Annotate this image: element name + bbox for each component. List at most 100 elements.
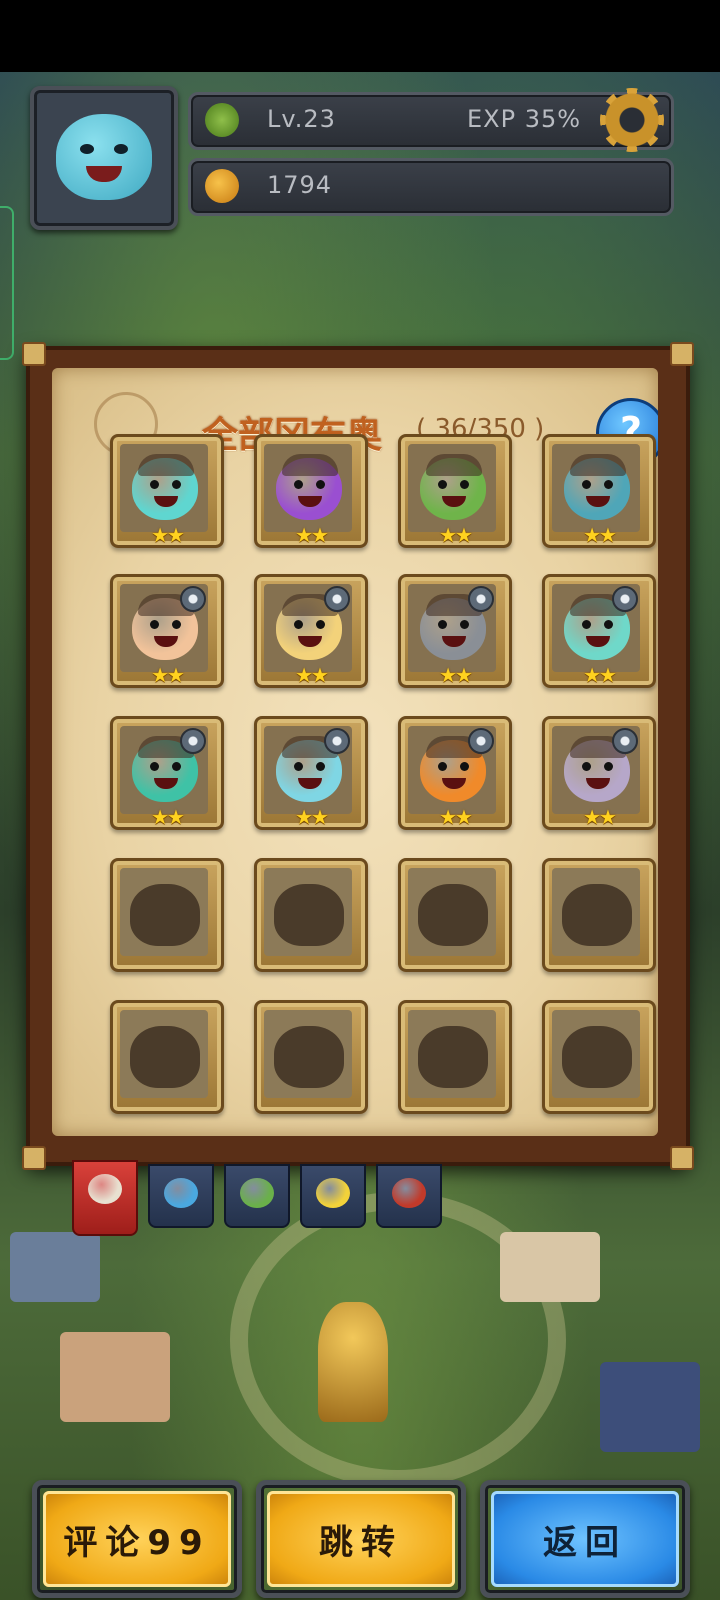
gumball-silhouette <box>274 884 344 946</box>
gumball-slot[interactable]: ★★ <box>542 434 656 548</box>
clover-icon <box>205 103 239 137</box>
slot-frame <box>120 868 208 956</box>
gumball-slot[interactable]: ★★ <box>110 434 224 548</box>
slot-frame <box>552 444 640 532</box>
class-badge-icon <box>468 728 494 754</box>
locked-gumball-slot[interactable] <box>398 858 512 972</box>
gumball-eye <box>438 620 447 629</box>
class-badge-icon <box>180 586 206 612</box>
jump-button-label: 跳转 <box>267 1491 455 1587</box>
gumball-eye <box>460 480 469 489</box>
gumball-eye <box>294 620 303 629</box>
back-button[interactable]: 返回 <box>480 1480 690 1598</box>
side-edge-indicator <box>0 206 14 360</box>
star-rating: ★★ <box>439 663 473 687</box>
codex-parchment: 全部冈布奥 ( 36/350 ) ? ★★★★★★★★★★★★★★★★★★★★★… <box>52 368 658 1136</box>
slot-frame <box>552 584 640 672</box>
class-badge-icon <box>468 586 494 612</box>
gumball-mouth <box>154 778 178 789</box>
gumball-portrait <box>132 454 198 520</box>
star-rating: ★★ <box>151 523 185 547</box>
gumball-eye <box>316 480 325 489</box>
class-badge-icon <box>180 728 206 754</box>
gumball-slot[interactable]: ★★ <box>110 716 224 830</box>
slot-frame <box>264 868 352 956</box>
currency-bar: 1794 <box>188 158 674 216</box>
gumball-eye <box>604 762 613 771</box>
gumball-eye <box>460 762 469 771</box>
gumball-eye <box>604 480 613 489</box>
codex-panel: 全部冈布奥 ( 36/350 ) ? ★★★★★★★★★★★★★★★★★★★★★… <box>22 342 694 1170</box>
panel-corner <box>22 342 46 366</box>
tab-blue[interactable] <box>148 1164 214 1228</box>
slot-frame <box>408 444 496 532</box>
tab-green[interactable] <box>224 1164 290 1228</box>
statue <box>318 1302 388 1422</box>
locked-gumball-slot[interactable] <box>254 1000 368 1114</box>
gumball-silhouette <box>418 884 488 946</box>
locked-gumball-slot[interactable] <box>110 858 224 972</box>
slot-frame <box>408 726 496 814</box>
gumball-slot[interactable]: ★★ <box>110 574 224 688</box>
locked-gumball-slot[interactable] <box>542 1000 656 1114</box>
gumball-slot[interactable]: ★★ <box>542 716 656 830</box>
gumball-headwear <box>282 454 338 476</box>
gumball-mouth <box>298 496 322 507</box>
gumball-slot[interactable]: ★★ <box>254 716 368 830</box>
star-rating: ★★ <box>583 805 617 829</box>
gumball-portrait <box>276 454 342 520</box>
gumball-eye <box>460 620 469 629</box>
gumball-mouth <box>154 496 178 507</box>
tab-yellow[interactable] <box>300 1164 366 1228</box>
gumball-slot[interactable]: ★★ <box>542 574 656 688</box>
gumball-eye <box>582 480 591 489</box>
gumball-silhouette <box>130 884 200 946</box>
slot-frame <box>264 726 352 814</box>
locked-gumball-slot[interactable] <box>398 1000 512 1114</box>
gumball-eye <box>582 762 591 771</box>
gumball-slot[interactable]: ★★ <box>398 716 512 830</box>
star-rating: ★★ <box>583 523 617 547</box>
class-badge-icon <box>612 728 638 754</box>
slot-frame <box>264 444 352 532</box>
gumball-eye <box>438 480 447 489</box>
locked-gumball-slot[interactable] <box>110 1000 224 1114</box>
gumball-slot[interactable]: ★★ <box>254 434 368 548</box>
slot-frame <box>408 868 496 956</box>
jump-button[interactable]: 跳转 <box>256 1480 466 1598</box>
gumball-portrait <box>564 454 630 520</box>
tab-all[interactable] <box>72 1160 138 1236</box>
slot-frame <box>552 726 640 814</box>
gumball-eye <box>316 762 325 771</box>
tab-red[interactable] <box>376 1164 442 1228</box>
slot-frame <box>264 584 352 672</box>
gumball-mouth <box>154 636 178 647</box>
gumball-headwear <box>138 454 194 476</box>
gumball-silhouette <box>274 1026 344 1088</box>
star-rating: ★★ <box>295 805 329 829</box>
currency-text: 1794 <box>267 171 333 199</box>
star-rating: ★★ <box>439 523 473 547</box>
blue-gumball-icon <box>164 1178 198 1208</box>
slot-frame <box>552 868 640 956</box>
locked-gumball-slot[interactable] <box>542 858 656 972</box>
gumball-slot[interactable]: ★★ <box>398 574 512 688</box>
settings-gear-icon[interactable] <box>600 88 664 152</box>
gumball-eye <box>172 762 181 771</box>
star-rating: ★★ <box>151 805 185 829</box>
village-house <box>10 1232 100 1302</box>
star-rating: ★★ <box>295 523 329 547</box>
avatar-mouth <box>86 166 122 182</box>
gumball-slot[interactable]: ★★ <box>254 574 368 688</box>
class-badge-icon <box>612 586 638 612</box>
gumball-eye <box>150 480 159 489</box>
gumball-eye <box>604 620 613 629</box>
gumball-slot[interactable]: ★★ <box>398 434 512 548</box>
gumball-headwear <box>426 454 482 476</box>
comment-button[interactable]: 评论99 <box>32 1480 242 1598</box>
level-text: Lv.23 <box>267 105 336 133</box>
village-house <box>60 1332 170 1422</box>
player-avatar[interactable] <box>30 86 178 230</box>
panel-corner <box>22 1146 46 1170</box>
locked-gumball-slot[interactable] <box>254 858 368 972</box>
